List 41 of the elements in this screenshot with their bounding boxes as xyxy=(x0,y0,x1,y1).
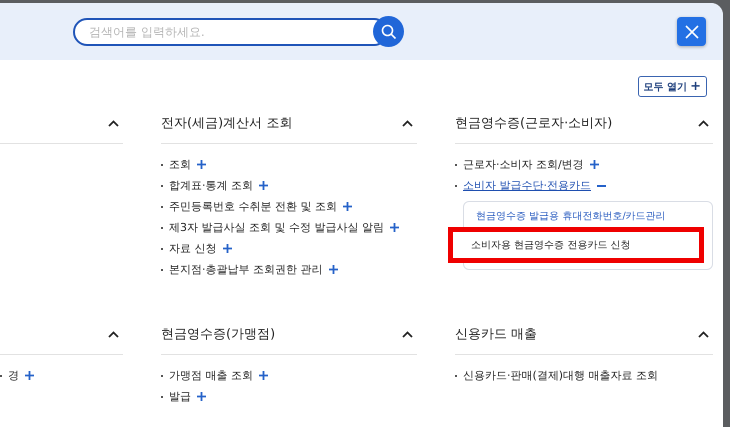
chevron-up-icon[interactable] xyxy=(698,120,709,126)
close-icon xyxy=(684,24,698,38)
plus-icon xyxy=(259,181,268,190)
minus-icon xyxy=(597,184,606,186)
menu-link[interactable]: 소비자 발급수단·전용카드 xyxy=(463,178,606,193)
menu-link[interactable]: 경 xyxy=(8,368,34,383)
menu-link[interactable]: 본지점·총괄납부 조회권한 관리 xyxy=(169,262,338,277)
plus-icon xyxy=(197,160,206,169)
section-title: 신용카드 매출 xyxy=(455,326,538,343)
plus-icon xyxy=(222,244,232,253)
section-header[interactable]: 현금영수증(가맹점) xyxy=(161,314,417,355)
plus-icon xyxy=(343,202,352,211)
plus-icon xyxy=(328,265,338,274)
section-header[interactable]: 현금영수증(근로자·소비자) xyxy=(455,103,713,144)
plus-icon xyxy=(25,371,34,380)
section-header[interactable]: 신용카드 매출 xyxy=(455,314,713,355)
plus-icon xyxy=(590,160,599,169)
menu-link[interactable]: 자료 신청 xyxy=(169,241,232,256)
section-title: 현금영수증(가맹점) xyxy=(161,326,276,343)
section-title: 전자(세금)계산서 조회 xyxy=(161,115,292,132)
expand-all-button[interactable]: 모두 열기 + xyxy=(638,76,707,97)
section-header[interactable]: 전자(세금)계산서 조회 xyxy=(161,103,417,144)
menu-link[interactable]: 주민등록번호 수취분 전환 및 조회 xyxy=(169,199,352,214)
submenu-link[interactable]: 소비자용 현금영수증 전용카드 신청 xyxy=(448,227,704,263)
plus-icon xyxy=(390,223,399,232)
menu-link[interactable]: 합계표·통계 조회 xyxy=(169,178,268,193)
menu-link[interactable]: 가맹점 매출 조회 xyxy=(169,368,268,383)
plus-icon xyxy=(197,392,206,401)
section-title: 현금영수증(근로자·소비자) xyxy=(455,115,612,132)
plus-icon xyxy=(259,371,268,380)
chevron-up-icon[interactable] xyxy=(108,330,119,338)
menu-link[interactable]: 근로자·소비자 조회/변경 xyxy=(463,157,599,172)
menu-link[interactable]: 발급 xyxy=(169,389,206,404)
menu-link[interactable]: 조회 xyxy=(169,157,206,172)
chevron-up-icon[interactable] xyxy=(402,120,413,126)
chevron-up-icon[interactable] xyxy=(108,120,119,126)
chevron-up-icon[interactable] xyxy=(698,330,709,338)
close-button[interactable] xyxy=(677,17,706,46)
chevron-up-icon[interactable] xyxy=(402,330,413,338)
menu-link[interactable]: 신용카드·판매(결제)대행 매출자료 조회 xyxy=(463,368,658,383)
menu-link[interactable]: 제3자 발급사실 조회 및 수정 발급사실 알림 xyxy=(169,220,399,235)
